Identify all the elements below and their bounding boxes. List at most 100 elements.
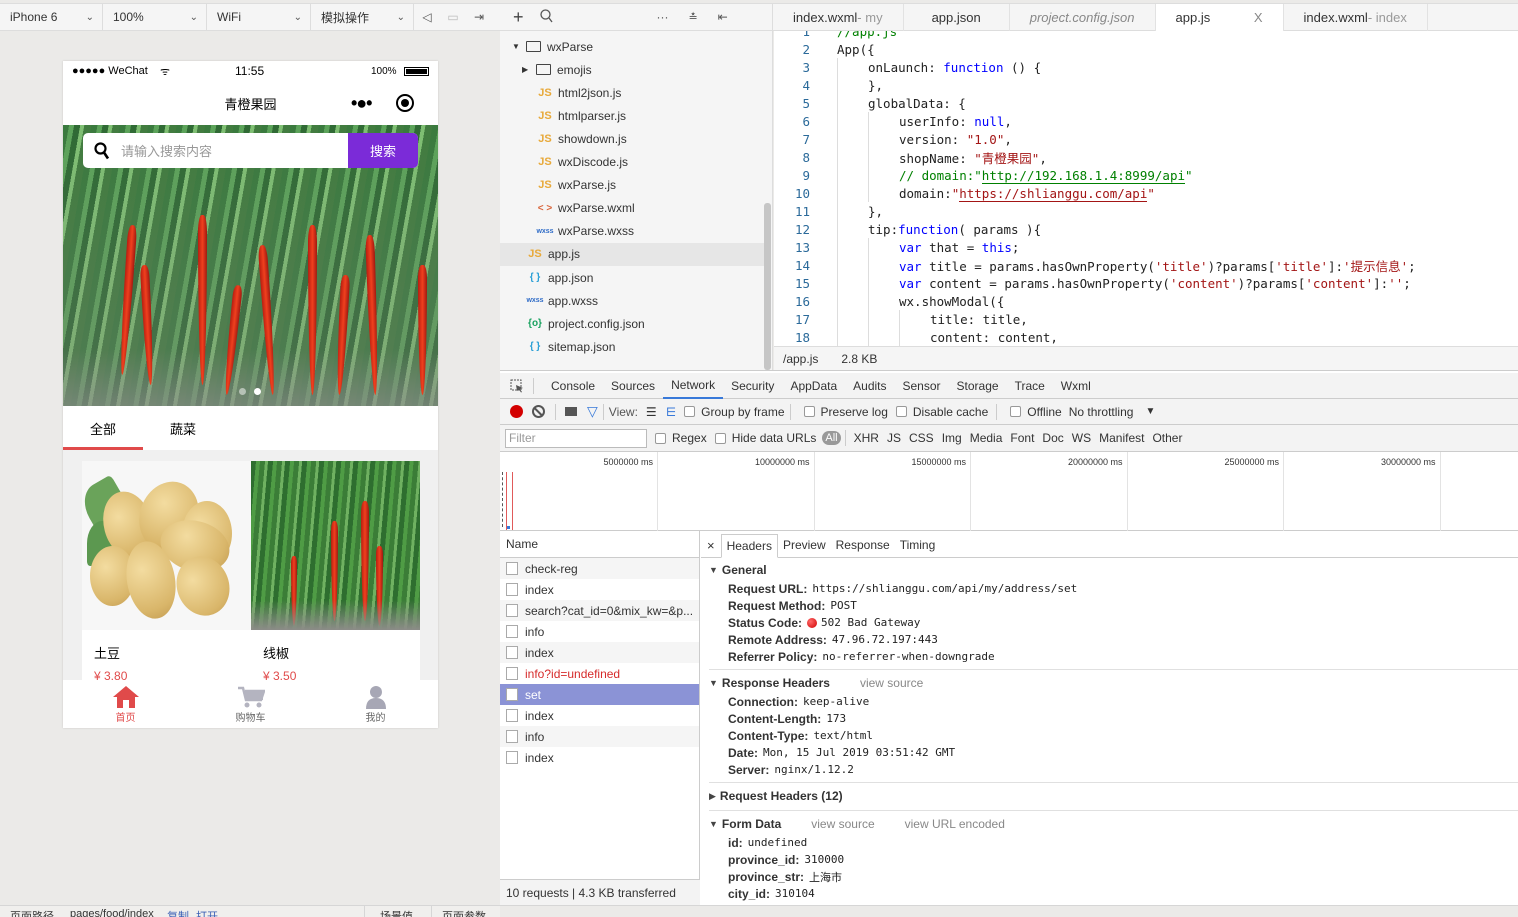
request-row[interactable]: index xyxy=(500,705,699,726)
request-row[interactable]: check-reg xyxy=(500,558,699,579)
operation-select[interactable]: 模拟操作 ⌄ xyxy=(311,4,414,30)
disable-cache-checkbox[interactable] xyxy=(895,406,907,417)
product-card[interactable]: 土豆 ¥ 3.80 xyxy=(82,461,251,691)
filter-type-manifest[interactable]: Manifest xyxy=(1095,431,1148,445)
request-headers-toggle[interactable]: ▶ Request Headers (12) xyxy=(701,786,1518,806)
regex-checkbox[interactable] xyxy=(655,432,666,444)
request-row[interactable]: index xyxy=(500,579,699,600)
detail-tab-timing[interactable]: Timing xyxy=(895,533,941,557)
detail-tab-response[interactable]: Response xyxy=(831,533,895,557)
tree-item-wxparse-wxml[interactable]: < > wxParse.wxml xyxy=(500,197,765,220)
search-files-icon[interactable] xyxy=(539,8,553,26)
devtools-tab-console[interactable]: Console xyxy=(543,373,603,399)
expanded-triangle-icon[interactable]: ▼ xyxy=(512,42,526,51)
file-tree-scrollbar[interactable] xyxy=(764,203,771,370)
category-tab-vegetables[interactable]: 蔬菜 xyxy=(143,406,223,450)
name-column-header[interactable]: Name xyxy=(500,531,699,558)
filter-type-font[interactable]: Font xyxy=(1006,431,1038,445)
request-checkbox[interactable] xyxy=(506,667,518,680)
filter-type-css[interactable]: CSS xyxy=(905,431,938,445)
detach-icon[interactable]: ⇥ xyxy=(466,4,492,30)
close-tab-icon[interactable]: X xyxy=(1254,10,1263,25)
tree-item-project-config-json[interactable]: {o} project.config.json xyxy=(500,312,765,335)
tree-item-app-js[interactable]: JS app.js xyxy=(500,242,765,266)
large-rows-icon[interactable]: ☰ xyxy=(646,405,657,419)
view-url-encoded-link[interactable]: view URL encoded xyxy=(905,817,1005,831)
inspect-element-icon[interactable] xyxy=(500,377,534,394)
devtools-tab-appdata[interactable]: AppData xyxy=(782,373,845,399)
tabbar-cart[interactable]: 购物车 xyxy=(188,680,313,728)
throttling-select[interactable]: No throttling xyxy=(1069,405,1134,419)
filter-type-js[interactable]: JS xyxy=(883,431,905,445)
devtools-tab-sources[interactable]: Sources xyxy=(603,373,663,399)
detail-tab-headers[interactable]: Headers xyxy=(720,534,778,558)
editor-tab-preview[interactable]: project.config.json xyxy=(1010,4,1156,31)
tree-item-emojis[interactable]: ▶ emojis xyxy=(500,58,765,81)
search-input[interactable]: 请输入搜索内容 xyxy=(121,141,348,160)
filter-type-img[interactable]: Img xyxy=(938,431,966,445)
request-checkbox[interactable] xyxy=(506,730,518,743)
more-options-icon[interactable]: ··· xyxy=(657,10,669,24)
search-button[interactable]: 搜索 xyxy=(348,133,418,168)
tree-item-htmlparser-js[interactable]: JS htmlparser.js xyxy=(500,104,765,127)
devtools-tab-wxml[interactable]: Wxml xyxy=(1053,373,1099,399)
filter-type-xhr[interactable]: XHR xyxy=(850,431,883,445)
tree-item-wxparse-wxss[interactable]: wxss wxParse.wxss xyxy=(500,220,765,243)
request-row[interactable]: set xyxy=(500,684,699,705)
tree-item-wxparse[interactable]: ▼ wxParse xyxy=(500,35,765,58)
filter-funnel-icon[interactable]: ▽ xyxy=(587,403,598,420)
request-row[interactable]: index xyxy=(500,642,699,663)
request-checkbox[interactable] xyxy=(506,646,518,659)
devtools-tab-network[interactable]: Network xyxy=(663,373,724,399)
clear-icon[interactable] xyxy=(532,405,545,418)
product-card[interactable]: 线椒 ¥ 3.50 xyxy=(251,461,420,691)
network-timeline-overview[interactable]: 5000000 ms 10000000 ms 15000000 ms 20000000… xyxy=(500,452,1518,531)
filter-type-ws[interactable]: WS xyxy=(1068,431,1095,445)
collapse-all-icon[interactable]: ≛ xyxy=(689,11,698,24)
tree-item-app-json[interactable]: { } app.json xyxy=(500,266,765,289)
page-params-label[interactable]: 页面参数 xyxy=(442,908,486,917)
filter-input[interactable]: Filter xyxy=(505,428,647,448)
preserve-log-checkbox[interactable] xyxy=(803,406,815,417)
request-checkbox[interactable] xyxy=(506,562,518,575)
detail-tab-preview[interactable]: Preview xyxy=(778,533,831,557)
throttling-dropdown-icon[interactable]: ▼ xyxy=(1145,406,1155,417)
general-section-toggle[interactable]: ▼ General xyxy=(701,560,1518,580)
network-select[interactable]: WiFi ⌄ xyxy=(207,4,311,30)
tree-item-wxdiscode-js[interactable]: JS wxDiscode.js xyxy=(500,151,765,174)
filter-type-other[interactable]: Other xyxy=(1148,431,1186,445)
category-tab-all[interactable]: 全部 xyxy=(63,406,143,450)
devtools-tab-security[interactable]: Security xyxy=(723,373,782,399)
devtools-tab-storage[interactable]: Storage xyxy=(949,373,1007,399)
tree-item-sitemap-json[interactable]: { } sitemap.json xyxy=(500,335,765,358)
devtools-tab-sensor[interactable]: Sensor xyxy=(895,373,949,399)
filter-type-media[interactable]: Media xyxy=(966,431,1007,445)
window-icon[interactable]: ▭ xyxy=(440,4,466,30)
editor-tab-active[interactable]: app.js X xyxy=(1155,4,1284,31)
request-checkbox[interactable] xyxy=(506,583,518,596)
request-checkbox[interactable] xyxy=(506,688,518,701)
request-checkbox[interactable] xyxy=(506,751,518,764)
request-checkbox[interactable] xyxy=(506,604,518,617)
editor-tab[interactable]: app.json xyxy=(904,4,1010,31)
devtools-tab-trace[interactable]: Trace xyxy=(1007,373,1053,399)
tree-item-showdown-js[interactable]: JS showdown.js xyxy=(500,127,765,150)
hide-data-urls-checkbox[interactable] xyxy=(714,432,726,444)
request-checkbox[interactable] xyxy=(506,709,518,722)
request-checkbox[interactable] xyxy=(506,625,518,638)
view-source-link[interactable]: view source xyxy=(811,817,874,831)
request-row[interactable]: info xyxy=(500,621,699,642)
offline-checkbox[interactable] xyxy=(1010,406,1022,417)
record-icon[interactable] xyxy=(510,405,523,418)
close-detail-icon[interactable]: × xyxy=(701,533,721,557)
group-by-frame-checkbox[interactable] xyxy=(684,406,696,417)
collapsed-triangle-icon[interactable]: ▶ xyxy=(522,65,536,74)
request-row[interactable]: info xyxy=(500,726,699,747)
mute-icon[interactable]: ◁ xyxy=(414,4,440,30)
carousel-dot[interactable] xyxy=(239,388,246,395)
form-data-toggle[interactable]: ▼ Form Data view source view URL encoded xyxy=(701,814,1518,834)
code-editor[interactable]: 1//app.js 2 App({3 onLaunch: function () {4… xyxy=(774,31,1518,346)
response-headers-toggle[interactable]: ▼ Response Headers view source xyxy=(701,673,1518,693)
tree-item-app-wxss[interactable]: wxss app.wxss xyxy=(500,289,765,312)
open-path-link[interactable]: 打开 xyxy=(196,908,218,917)
